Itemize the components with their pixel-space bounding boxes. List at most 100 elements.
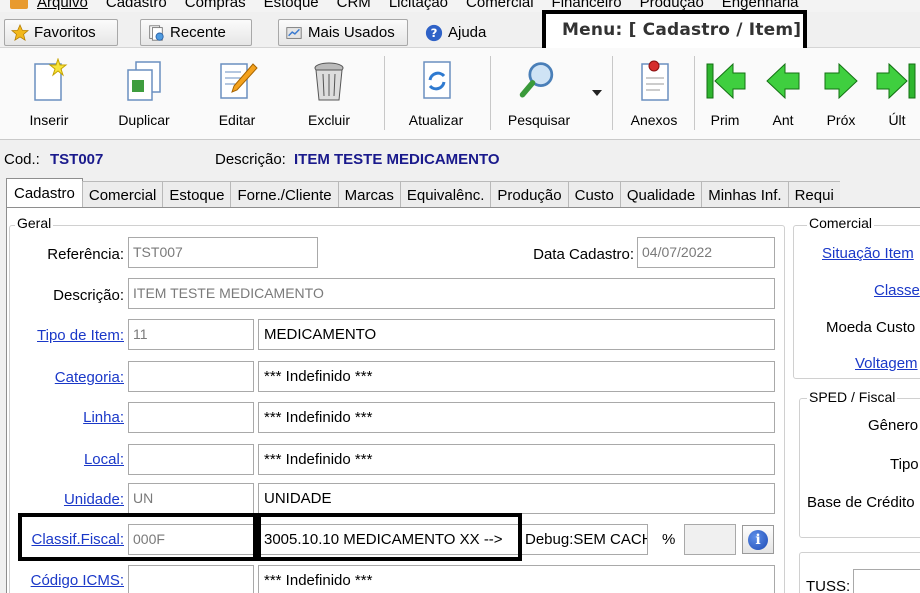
tab-custo[interactable]: Custo	[567, 181, 621, 208]
descricao-header-value: ITEM TESTE MEDICAMENTO	[294, 151, 500, 168]
tab-equivalenc[interactable]: Equivalênc.	[399, 181, 492, 208]
tab-producao[interactable]: Produção	[490, 181, 569, 208]
new-document-icon	[34, 58, 68, 101]
search-icon	[519, 62, 554, 98]
genero-label: Gênero	[868, 417, 919, 434]
recent-docs-icon	[149, 24, 164, 41]
tab-cadastro[interactable]: Cadastro	[6, 178, 83, 208]
toolbar: Inserir Duplicar Editar Excluir Atualiza…	[0, 48, 920, 140]
classe-link[interactable]: Classe	[874, 282, 920, 299]
record-header: Cod.: TST007 Descrição: ITEM TESTE MEDIC…	[0, 148, 920, 172]
referencia-field[interactable]: TST007	[128, 237, 318, 268]
percent-label: %	[662, 531, 676, 548]
unidade-desc-field: UNIDADE	[258, 483, 775, 514]
cod-value: TST007	[50, 151, 104, 168]
unidade-code-field[interactable]: UN	[128, 483, 254, 514]
local-link[interactable]: Local:	[84, 451, 124, 468]
data-cadastro-field[interactable]: 04/07/2022	[637, 237, 775, 268]
menu-licitacao[interactable]: Licitação	[380, 0, 457, 11]
menu-producao[interactable]: Produção	[631, 0, 713, 11]
mais-usados-button[interactable]: Mais Usados	[278, 19, 408, 46]
editar-button[interactable]: Editar	[202, 48, 272, 136]
pesquisar-button[interactable]: Pesquisar	[500, 48, 578, 136]
recente-button[interactable]: Recente	[140, 19, 252, 46]
codigo-icms-code-field[interactable]	[128, 565, 254, 593]
refresh-icon	[423, 61, 451, 99]
prim-button[interactable]: Prim	[700, 48, 750, 136]
edit-icon	[220, 63, 258, 99]
ajuda-button[interactable]: ? Ajuda	[418, 19, 502, 46]
referencia-label: Referência:	[47, 246, 124, 263]
prox-button[interactable]: Próx	[816, 48, 866, 136]
tab-qualidade[interactable]: Qualidade	[619, 181, 703, 208]
excluir-button[interactable]: Excluir	[294, 48, 364, 136]
tipo-item-code-field[interactable]: 11	[128, 319, 254, 350]
tab-forne-cliente[interactable]: Forne./Cliente	[230, 181, 339, 208]
tuss-label: TUSS:	[806, 578, 851, 593]
menu-path-label: Menu: [ Cadastro / Item]	[562, 20, 802, 40]
duplicar-button[interactable]: Duplicar	[106, 48, 182, 136]
local-code-field[interactable]	[128, 444, 254, 475]
ant-button[interactable]: Ant	[760, 48, 806, 136]
menu-financeiro[interactable]: Financeiro	[543, 0, 631, 11]
tab-requi[interactable]: Requi	[787, 181, 840, 208]
tipo-item-link[interactable]: Tipo de Item:	[37, 327, 124, 344]
mais-usados-icon	[286, 26, 302, 39]
inserir-label: Inserir	[29, 112, 69, 128]
situacao-item-link[interactable]: Situação Item	[822, 245, 914, 262]
atualizar-label: Atualizar	[408, 112, 464, 128]
cadastro-panel: Geral Referência: TST007 Data Cadastro: …	[6, 207, 920, 593]
menu-cadastro[interactable]: Cadastro	[97, 0, 176, 11]
excluir-label: Excluir	[307, 112, 350, 128]
menu-comercial[interactable]: Comercial	[457, 0, 543, 11]
editar-label: Editar	[218, 112, 256, 128]
toolbar-separator	[490, 56, 491, 130]
toolbar-separator	[384, 56, 385, 130]
highlight-classif-code	[18, 513, 261, 561]
highlight-classif-desc	[253, 513, 522, 561]
attachment-icon	[641, 60, 669, 101]
geral-title: Geral	[15, 215, 54, 231]
linha-link[interactable]: Linha:	[83, 409, 124, 426]
mais-usados-label: Mais Usados	[308, 24, 395, 41]
codigo-icms-link[interactable]: Código ICMS:	[31, 572, 124, 589]
cod-label: Cod.:	[4, 151, 40, 168]
tab-estoque[interactable]: Estoque	[162, 181, 232, 208]
menu-estoque[interactable]: Estoque	[255, 0, 328, 11]
recente-label: Recente	[170, 24, 226, 41]
anexos-label: Anexos	[630, 112, 678, 128]
tuss-field[interactable]	[853, 569, 920, 593]
favoritos-button[interactable]: Favoritos	[4, 19, 118, 46]
descricao-label: Descrição:	[53, 287, 124, 304]
trash-icon	[314, 62, 344, 101]
linha-code-field[interactable]	[128, 402, 254, 433]
info-button[interactable]: i	[742, 525, 774, 554]
descricao-field[interactable]: ITEM TESTE MEDICAMENTO	[128, 278, 775, 309]
linha-desc-field: *** Indefinido ***	[258, 402, 775, 433]
anexos-button[interactable]: Anexos	[620, 48, 688, 136]
atualizar-button[interactable]: Atualizar	[398, 48, 474, 136]
inserir-button[interactable]: Inserir	[14, 48, 84, 136]
ajuda-label: Ajuda	[448, 24, 487, 41]
menu-compras[interactable]: Compras	[176, 0, 255, 11]
categoria-link[interactable]: Categoria:	[55, 369, 124, 386]
ult-label: Últ	[888, 112, 906, 128]
menu-arquivo[interactable]: Arquivo	[28, 0, 97, 11]
app-icon	[10, 0, 28, 9]
menu-engenharia[interactable]: Engenharia	[713, 0, 808, 11]
categoria-code-field[interactable]	[128, 361, 254, 392]
voltagem-link[interactable]: Voltagem	[855, 355, 918, 372]
tab-marcas[interactable]: Marcas	[337, 181, 401, 208]
menu-crm[interactable]: CRM	[328, 0, 380, 11]
base-credito-label: Base de Crédito	[807, 494, 915, 511]
percent-field[interactable]	[684, 524, 736, 555]
tab-comercial[interactable]: Comercial	[81, 181, 164, 208]
duplicar-label: Duplicar	[118, 112, 170, 128]
tab-minhas-inf[interactable]: Minhas Inf.	[701, 181, 789, 208]
local-desc-field: *** Indefinido ***	[258, 444, 775, 475]
pesquisar-dropdown-icon[interactable]	[592, 90, 602, 96]
unidade-link[interactable]: Unidade:	[64, 491, 124, 508]
descricao-header-label: Descrição:	[215, 151, 286, 168]
ult-button[interactable]: Últ	[874, 48, 920, 136]
first-record-icon	[706, 62, 746, 100]
